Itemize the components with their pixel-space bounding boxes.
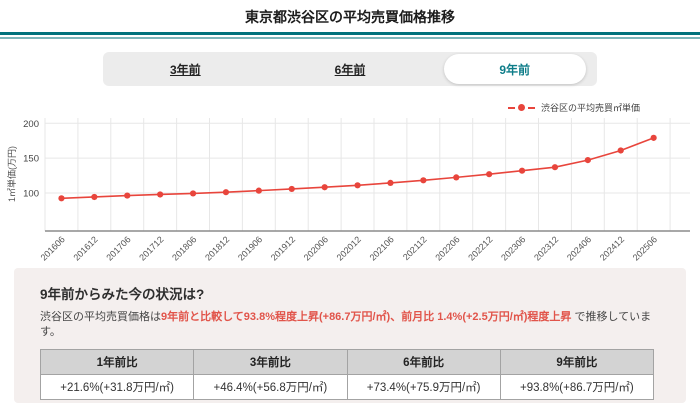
tab-9years-active[interactable]: 9年前 xyxy=(443,54,586,84)
svg-text:202012: 202012 xyxy=(335,234,363,262)
svg-text:201812: 201812 xyxy=(203,234,231,262)
svg-text:202406: 202406 xyxy=(565,234,593,262)
data-point[interactable] xyxy=(486,171,493,178)
data-point[interactable] xyxy=(354,182,361,189)
summary-panel: 9年前からみた今の状況は? 渋谷区の平均売買価格は9年前と比較して93.8%程度… xyxy=(14,268,686,403)
data-point[interactable] xyxy=(420,177,427,184)
svg-text:201906: 201906 xyxy=(236,234,264,262)
data-point[interactable] xyxy=(91,193,98,201)
svg-text:202212: 202212 xyxy=(466,234,494,262)
svg-text:202112: 202112 xyxy=(401,234,429,262)
chart-area: 100 150 200 1㎡単価(万円) 201606 201612 201706 20171… xyxy=(0,112,700,264)
table-value-cell: +46.4%(+56.8万円/㎡) xyxy=(193,373,348,400)
svg-text:202412: 202412 xyxy=(598,234,626,262)
svg-text:201606: 201606 xyxy=(39,234,67,262)
summary-heading: 9年前からみた今の状況は? xyxy=(40,287,205,302)
table-header-cell: 3年前比 xyxy=(193,348,348,375)
table-value-cell: +73.4%(+75.9万円/㎡) xyxy=(346,373,501,400)
tab-cell-3years: 3年前 xyxy=(103,52,268,86)
svg-text:202006: 202006 xyxy=(302,234,330,262)
lead-highlight: 9年前と比較して93.8%程度上昇(+86.7万円/㎡)、前月比 1.4%(+2… xyxy=(161,311,572,323)
page: 東京都渋谷区の平均売買価格推移 3年前 6年前 9年前 渋谷区の平均売買㎡単価 … xyxy=(0,0,700,403)
table-value-row: +21.6%(+31.8万円/㎡) +46.4%(+56.8万円/㎡) +73.… xyxy=(39,373,655,400)
tab-3years[interactable]: 3年前 xyxy=(170,61,201,78)
svg-text:201806: 201806 xyxy=(170,234,198,262)
data-point[interactable] xyxy=(387,179,394,186)
data-point[interactable] xyxy=(650,134,657,141)
data-point[interactable] xyxy=(617,147,624,154)
data-point[interactable] xyxy=(189,190,197,197)
svg-text:202312: 202312 xyxy=(532,234,560,262)
data-point[interactable] xyxy=(453,174,460,181)
svg-text:202206: 202206 xyxy=(433,234,461,262)
svg-text:202106: 202106 xyxy=(368,234,396,262)
table-header-cell: 1年前比 xyxy=(39,348,195,375)
svg-text:150: 150 xyxy=(23,154,39,165)
svg-text:202506: 202506 xyxy=(631,234,659,262)
data-point[interactable] xyxy=(255,187,262,194)
svg-text:200: 200 xyxy=(23,119,39,130)
table-value-cell: +93.8%(+86.7万円/㎡) xyxy=(499,373,655,400)
data-point[interactable] xyxy=(222,189,230,196)
svg-text:100: 100 xyxy=(23,189,39,200)
data-point[interactable] xyxy=(551,164,559,171)
table-header-cell: 6年前比 xyxy=(346,348,501,375)
table-header-row: 1年前比 3年前比 6年前比 9年前比 xyxy=(39,348,655,375)
svg-text:201712: 201712 xyxy=(137,234,165,262)
tab-cell-6years: 6年前 xyxy=(268,52,433,86)
tab-cell-9years: 9年前 xyxy=(432,52,597,86)
data-point[interactable] xyxy=(157,191,164,198)
legend-line-icon xyxy=(527,106,535,109)
data-point[interactable] xyxy=(288,185,295,193)
lead-prefix: 渋谷区の平均売買価格は xyxy=(40,311,161,323)
data-point[interactable] xyxy=(58,195,65,202)
svg-text:201912: 201912 xyxy=(269,234,297,262)
legend-dot-icon xyxy=(517,104,525,111)
summary-lead: 渋谷区の平均売買価格は9年前と比較して93.8%程度上昇(+86.7万円/㎡)、… xyxy=(40,310,660,340)
svg-text:201612: 201612 xyxy=(71,234,99,262)
data-point[interactable] xyxy=(124,192,131,199)
legend-line-icon xyxy=(507,106,515,109)
period-tabs: 3年前 6年前 9年前 xyxy=(103,52,597,86)
title-bar: 東京都渋谷区の平均売買価格推移 xyxy=(0,0,700,39)
data-point[interactable] xyxy=(321,184,328,191)
tab-6years[interactable]: 6年前 xyxy=(335,61,366,78)
title-rule-light xyxy=(0,37,700,39)
table-value-cell: +21.6%(+31.8万円/㎡) xyxy=(39,373,195,400)
svg-text:1㎡単価(万円): 1㎡単価(万円) xyxy=(6,146,17,202)
data-point[interactable] xyxy=(584,157,591,164)
table-header-cell: 9年前比 xyxy=(499,348,655,375)
price-line-chart[interactable]: 100 150 200 1㎡単価(万円) 201606 201612 201706 20171… xyxy=(0,112,700,264)
page-title: 東京都渋谷区の平均売買価格推移 xyxy=(245,9,455,25)
svg-text:202306: 202306 xyxy=(499,234,527,262)
data-point[interactable] xyxy=(518,167,526,174)
svg-text:201706: 201706 xyxy=(104,234,132,262)
comparison-table: 1年前比 3年前比 6年前比 9年前比 +21.6%(+31.8万円/㎡) +4… xyxy=(39,348,655,400)
